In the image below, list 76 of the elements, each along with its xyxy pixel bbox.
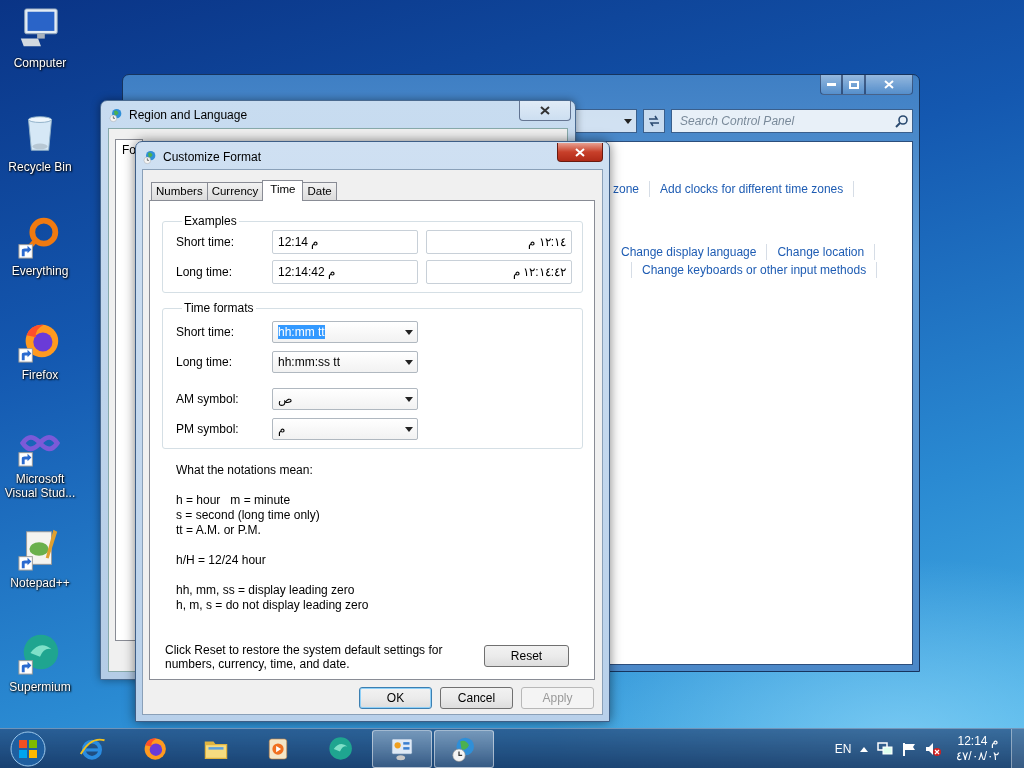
taskbar-button[interactable]	[434, 730, 494, 768]
reset-note: Click Reset to restore the system default settings for numbers, currency, time, and date.	[165, 643, 444, 671]
clock-date[interactable]: ٤٧/٠٨/٠٢	[956, 749, 999, 764]
link[interactable]: Change display language	[621, 245, 757, 259]
caret-icon	[405, 396, 413, 402]
dialog-button[interactable]: OK	[359, 687, 432, 709]
caret-icon	[405, 329, 413, 335]
caret-icon	[624, 118, 632, 124]
maximize-icon	[848, 80, 859, 89]
notation-text: s = second (long time only)	[176, 508, 321, 523]
field-label: Long time:	[176, 355, 234, 369]
field-label: Short time:	[176, 325, 236, 339]
close-icon	[884, 80, 894, 89]
notation-text: h, m, s = do not display leading zero	[176, 598, 370, 613]
format-dropdown[interactable]: hh:mm:ss tt	[272, 351, 418, 373]
notation-text: tt = A.M. or P.M.	[176, 523, 262, 538]
globe-clock-icon	[108, 107, 124, 123]
field-label: Long time:	[176, 265, 234, 279]
icon-label[interactable]: Firefox	[1, 368, 79, 382]
example-field: 12:14:42 م	[272, 260, 418, 284]
close-button[interactable]	[557, 143, 603, 162]
window-title: Region and Language	[129, 108, 248, 122]
taskbar-button[interactable]	[372, 730, 432, 768]
icon-label[interactable]: Computer	[1, 56, 79, 70]
group-title: Time formats	[183, 301, 255, 315]
network-icon[interactable]	[877, 742, 894, 756]
format-dropdown[interactable]: م	[272, 418, 418, 440]
link[interactable]: zone	[613, 182, 640, 196]
window-title: Customize Format	[163, 150, 262, 164]
example-field: ١٢:١٤ م	[426, 230, 572, 254]
refresh-icon	[647, 115, 661, 127]
close-icon	[575, 147, 585, 157]
notation-text: h = hour m = minute	[176, 493, 292, 508]
link[interactable]: Change location	[777, 245, 865, 259]
dialog-button[interactable]: Cancel	[440, 687, 513, 709]
tab[interactable]: Numbers	[151, 182, 208, 200]
windows-logo-icon	[10, 731, 46, 767]
notation-text: What the notations mean:	[176, 463, 314, 478]
field-label: AM symbol:	[176, 392, 240, 406]
field-label: PM symbol:	[176, 422, 240, 436]
start-button[interactable]	[8, 730, 48, 768]
up-arrow-icon[interactable]	[860, 746, 869, 752]
link[interactable]: Change keyboards or other input methods	[642, 263, 867, 277]
tab[interactable]: Date	[302, 182, 337, 200]
notation-text: hh, mm, ss = display leading zero	[176, 583, 356, 598]
caret-icon	[405, 359, 413, 365]
example-field: ١٢:١٤:٤٢ م	[426, 260, 572, 284]
show-desktop-button[interactable]	[1011, 729, 1024, 768]
minimize-icon	[826, 83, 836, 86]
flag-icon[interactable]	[902, 742, 917, 756]
icon-label[interactable]: Everything	[1, 264, 79, 278]
field-label: Short time:	[176, 235, 236, 249]
format-dropdown[interactable]: ص	[272, 388, 418, 410]
refresh-button[interactable]	[643, 109, 665, 133]
close-button[interactable]	[519, 101, 571, 121]
language-indicator[interactable]: EN	[834, 742, 852, 756]
icon-label[interactable]: Recycle Bin	[1, 160, 79, 174]
link[interactable]: Add clocks for different time zones	[660, 182, 844, 196]
notation-text: h/H = 12/24 hour	[176, 553, 267, 568]
close-icon	[540, 106, 550, 115]
caret-icon	[405, 426, 413, 432]
icon-label[interactable]: Microsoft Visual Stud...	[1, 472, 79, 500]
icon-label[interactable]: Supermium	[1, 680, 79, 694]
minimize-button[interactable]	[820, 75, 842, 95]
example-field: 12:14 م	[272, 230, 418, 254]
tab[interactable]: Time	[262, 180, 304, 201]
clock-time[interactable]: 12:14 م	[957, 734, 998, 749]
maximize-button[interactable]	[842, 75, 865, 95]
globe-clock-icon	[142, 149, 158, 165]
tab[interactable]: Currency	[206, 182, 264, 200]
search-icon	[895, 114, 908, 128]
reset-button[interactable]: Reset	[484, 645, 569, 667]
close-button[interactable]	[865, 75, 913, 95]
group-title: Examples	[183, 214, 238, 228]
muted-speaker-icon[interactable]	[925, 742, 942, 756]
icon-label[interactable]: Notepad++	[1, 576, 79, 590]
